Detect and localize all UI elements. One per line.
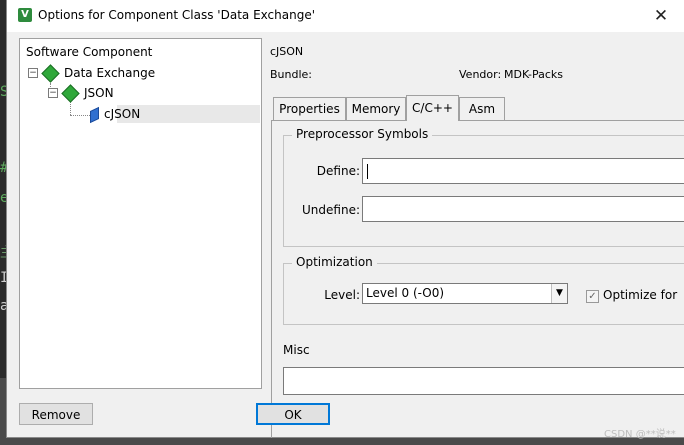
- misc-title: Misc: [283, 343, 310, 357]
- optimize-for-checkbox[interactable]: ✓: [586, 290, 599, 303]
- vendor-label: Vendor:: [459, 68, 502, 81]
- optimize-for-label: Optimize for: [603, 288, 678, 302]
- tree-item-data-exchange[interactable]: − Data Exchange: [28, 64, 248, 83]
- component-class-icon: [41, 64, 60, 83]
- window-title: Options for Component Class 'Data Exchan…: [38, 8, 315, 22]
- component-name: cJSON: [270, 45, 304, 58]
- tab-properties[interactable]: Properties: [273, 97, 346, 120]
- preprocessor-title: Preprocessor Symbols: [292, 127, 433, 141]
- watermark: CSDN @**说**: [604, 429, 676, 440]
- title-bar: V Options for Component Class 'Data Exch…: [7, 0, 684, 32]
- define-input[interactable]: [362, 158, 684, 184]
- misc-input[interactable]: [283, 367, 684, 395]
- c-cpp-tab-panel: Preprocessor Symbols Define: Undefine: O…: [271, 120, 684, 438]
- component-group-icon: [61, 84, 80, 103]
- define-label: Define:: [316, 164, 360, 178]
- level-label: Level:: [324, 288, 360, 302]
- close-button[interactable]: ✕: [647, 4, 675, 28]
- collapse-icon[interactable]: −: [48, 88, 58, 98]
- options-dialog: V Options for Component Class 'Data Exch…: [7, 0, 684, 438]
- tree-item-cjson[interactable]: cJSON: [84, 105, 254, 124]
- optimization-title: Optimization: [292, 255, 377, 269]
- component-tree: Software Component − Data Exchange − JSO…: [19, 38, 262, 389]
- bundle-label: Bundle:: [270, 68, 313, 81]
- remove-button[interactable]: Remove: [19, 403, 93, 425]
- text-caret: [367, 164, 368, 179]
- tree-item-label: Data Exchange: [64, 66, 156, 80]
- tab-memory[interactable]: Memory: [346, 97, 406, 120]
- component-leaf-icon: [90, 106, 99, 124]
- tree-connector: [70, 102, 71, 115]
- tree-item-json[interactable]: − JSON: [48, 84, 248, 103]
- ok-button[interactable]: OK: [256, 403, 330, 425]
- app-icon: V: [18, 8, 32, 22]
- vendor-value: MDK-Packs: [504, 68, 564, 81]
- preprocessor-group: Preprocessor Symbols: [283, 127, 684, 247]
- optimization-level-value: Level 0 (-O0): [366, 286, 445, 300]
- tree-item-label: cJSON: [104, 107, 141, 121]
- optimization-level-select[interactable]: Level 0 (-O0) ▼: [362, 283, 568, 304]
- undefine-input[interactable]: [362, 196, 684, 222]
- tab-c-cpp[interactable]: C/C++: [406, 95, 459, 121]
- undefine-label: Undefine:: [302, 203, 360, 217]
- tree-item-label: JSON: [84, 86, 114, 100]
- tree-header: Software Component: [26, 45, 153, 59]
- chevron-down-icon[interactable]: ▼: [551, 284, 567, 303]
- tab-asm[interactable]: Asm: [459, 97, 505, 120]
- collapse-icon[interactable]: −: [28, 68, 38, 78]
